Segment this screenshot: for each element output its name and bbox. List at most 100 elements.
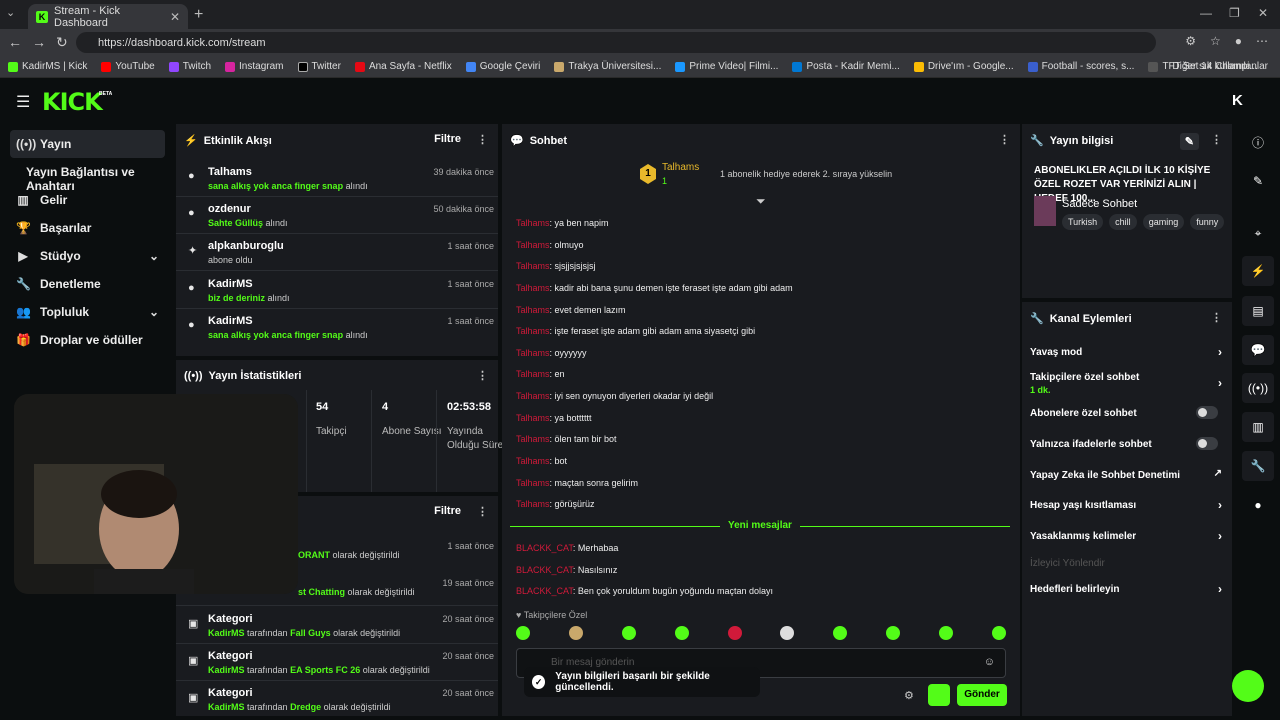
edit-icon[interactable]: ✎ — [1179, 133, 1199, 150]
chat-message: BLACKK_CAT: Ben çok yoruldum bugün yoğun… — [516, 586, 773, 596]
broadcast-icon[interactable]: ((•)) — [1242, 373, 1274, 403]
emote-icon[interactable] — [886, 626, 901, 640]
bookmark-youtube[interactable]: YouTube — [101, 61, 155, 72]
bookmark-instagram[interactable]: Instagram — [225, 61, 284, 72]
chat-message: BLACKK_CAT: Merhabaa — [516, 543, 619, 553]
emote-icon[interactable] — [780, 626, 795, 640]
banned-words-item[interactable]: Yasaklanmış kelimeler › — [1030, 529, 1226, 543]
sidebar-item-yayin[interactable]: ((•)) Yayın — [10, 130, 165, 158]
stats-icon[interactable]: ▥ — [1242, 412, 1274, 442]
emote-icon[interactable] — [833, 626, 848, 640]
chevron-right-icon: › — [1218, 582, 1222, 596]
reload-icon[interactable]: ↻ — [56, 34, 68, 51]
goals-item[interactable]: Hedefleri belirleyin › — [1030, 582, 1226, 596]
other-bookmarks[interactable]: Diğer sık kullanılanlar — [1172, 61, 1268, 72]
tag[interactable]: funny — [1190, 214, 1225, 230]
forward-icon[interactable]: → — [32, 34, 46, 50]
category-name[interactable]: Sadece Sohbet — [1062, 198, 1137, 210]
bookmark-mail[interactable]: Posta - Kadir Memi... — [792, 61, 900, 72]
target-icon[interactable]: ⌖ — [1242, 218, 1274, 248]
category-icon: ▣ — [188, 655, 199, 667]
sidebar-item-studyo[interactable]: ▶ Stüdyo ⌄ — [10, 242, 165, 270]
pinned-user[interactable]: Talhams — [662, 162, 699, 173]
chat-bubble-icon: 💬 — [510, 135, 524, 147]
bookmark-translate[interactable]: Google Çeviri — [465, 61, 540, 72]
emote-icon[interactable] — [939, 626, 953, 640]
info-icon[interactable]: ⓘ — [1242, 128, 1274, 158]
url-field[interactable]: https://dashboard.kick.com/stream — [76, 32, 1156, 53]
ai-moderation-item[interactable]: Yapay Zeka ile Sohbet Denetimi ↗ — [1030, 468, 1226, 481]
favorites-icon[interactable]: ☆ — [1210, 34, 1221, 48]
close-tab-icon[interactable]: ✕ — [170, 10, 180, 24]
gift-sub-button[interactable] — [928, 684, 950, 706]
activity-item: ● Talhams sana alkış yok anca finger snap … — [188, 166, 494, 191]
emote-icon[interactable] — [621, 626, 636, 640]
bookmark-drive[interactable]: Drive'ım - Google... — [913, 61, 1014, 72]
emote-icon[interactable] — [516, 626, 530, 640]
kebab-menu-icon[interactable]: ⋮ — [1211, 311, 1222, 324]
emotes-only-toggle[interactable] — [1196, 437, 1218, 450]
bookmark-prime[interactable]: Prime Video| Filmi... — [675, 61, 778, 72]
chat-settings-icon[interactable]: ⚙ — [904, 689, 914, 702]
hamburger-menu-icon[interactable]: ☰ — [16, 92, 30, 112]
sidebar-item-denetleme[interactable]: 🔧 Denetleme — [10, 270, 165, 298]
kick-logo[interactable]: KICK — [42, 88, 103, 116]
maximize-icon[interactable]: ❐ — [1229, 6, 1240, 20]
extensions-icon[interactable]: ⚙ — [1185, 34, 1196, 48]
sidebar-item-gelir[interactable]: ▥ Gelir — [10, 186, 165, 214]
subscribers-only-item[interactable]: Abonelere özel sohbet — [1030, 406, 1226, 419]
sidebar-item-droplar[interactable]: 🎁 Droplar ve ödüller — [10, 326, 165, 354]
emote-icon[interactable] — [568, 626, 583, 640]
emotes-only-item[interactable]: Yalnızca ifadelerle sohbet — [1030, 437, 1226, 450]
emote-icon[interactable] — [674, 626, 689, 640]
activity-item: ● KadirMS sana alkış yok anca finger snap … — [188, 315, 494, 340]
sidebar-item-basarilar[interactable]: 🏆 Başarılar — [10, 214, 165, 242]
menu-icon[interactable]: ⋯ — [1256, 34, 1268, 48]
tag[interactable]: chill — [1109, 214, 1137, 230]
send-button[interactable]: Gönder — [957, 684, 1007, 706]
kebab-menu-icon[interactable]: ⋮ — [477, 133, 488, 146]
tag[interactable]: gaming — [1142, 214, 1185, 230]
tag[interactable]: Turkish — [1062, 214, 1104, 230]
bookmark-football[interactable]: Football - scores, s... — [1027, 61, 1134, 72]
profile-icon[interactable]: ● — [1235, 34, 1242, 48]
lightning-icon[interactable]: ⚡ — [1242, 256, 1274, 286]
emote-icon[interactable] — [727, 626, 742, 640]
close-window-icon[interactable]: ✕ — [1258, 6, 1268, 20]
chevron-down-icon[interactable]: ⏷ — [756, 194, 766, 209]
video-icon: ▶ — [18, 249, 28, 263]
support-icon[interactable] — [1232, 670, 1264, 702]
new-tab-icon[interactable]: + — [194, 6, 203, 24]
clipboard-icon[interactable]: ▤ — [1242, 296, 1274, 326]
kebab-menu-icon[interactable]: ⋮ — [477, 369, 488, 382]
subscribers-only-toggle[interactable] — [1196, 406, 1218, 419]
activity-filter-button[interactable]: Filtre — [434, 133, 461, 146]
emote-icon[interactable] — [991, 626, 1006, 640]
bookmark-kick[interactable]: KadirMS | Kick — [8, 61, 87, 72]
emoji-icon[interactable]: ☺ — [984, 656, 995, 668]
bookmark-twitter[interactable]: Twitter — [297, 61, 341, 72]
kebab-menu-icon[interactable]: ⋮ — [999, 133, 1010, 146]
tab-list-icon[interactable]: ⌄ — [6, 6, 15, 19]
category-icon: ▣ — [188, 692, 199, 704]
category-thumbnail[interactable] — [1034, 196, 1056, 226]
kebab-menu-icon[interactable]: ⋮ — [477, 505, 488, 518]
followers-only-item[interactable]: Takipçilere özel sohbet 1 dk. › — [1030, 372, 1226, 395]
bookmark-twitch[interactable]: Twitch — [168, 61, 211, 72]
account-age-item[interactable]: Hesap yaşı kısıtlaması › — [1030, 498, 1226, 512]
kebab-menu-icon[interactable]: ⋮ — [1211, 133, 1222, 150]
back-icon[interactable]: ← — [8, 34, 22, 50]
sidebar-item-topluluk[interactable]: 👥 Topluluk ⌄ — [10, 298, 165, 326]
history-filter-button[interactable]: Filtre — [434, 505, 461, 518]
edit-icon[interactable]: ✎ — [1242, 166, 1274, 196]
browser-tab[interactable]: K Stream - Kick Dashboard ✕ — [28, 4, 188, 29]
bookmark-trakya[interactable]: Trakya Üniversitesi... — [554, 61, 661, 72]
slow-mode-item[interactable]: Yavaş mod › — [1030, 345, 1226, 359]
wrench-icon[interactable]: 🔧 — [1242, 451, 1274, 481]
chat-icon[interactable]: 💬 — [1242, 335, 1274, 365]
minimize-icon[interactable]: — — [1200, 6, 1212, 20]
activity-icon: ● — [188, 319, 195, 331]
activity-icon[interactable]: ● — [1242, 490, 1274, 520]
bookmark-netflix[interactable]: Ana Sayfa - Netflix — [354, 61, 452, 72]
kick-k-icon[interactable]: K — [1232, 92, 1248, 109]
